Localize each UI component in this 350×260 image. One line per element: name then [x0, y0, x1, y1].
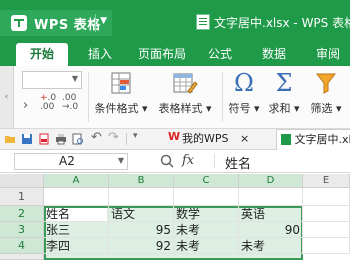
- divider: [88, 72, 89, 122]
- quick-access-bar: ↶ ↷ ▾ W 我的WPS × 文字居中.xl: [0, 129, 350, 150]
- document-icon: [196, 14, 210, 30]
- table-cell[interactable]: 英语: [239, 206, 303, 222]
- chevron-down-icon[interactable]: ▼: [100, 16, 107, 26]
- table-cell[interactable]: 张三: [44, 222, 109, 238]
- omega-icon: Ω: [234, 69, 254, 97]
- sigma-icon: Σ: [275, 69, 293, 97]
- cell-reference: A2: [59, 154, 75, 168]
- filter-icon: [306, 70, 346, 96]
- redo-icon[interactable]: ↷: [108, 130, 120, 145]
- table-cell[interactable]: 李四: [44, 238, 109, 254]
- tab-home[interactable]: 开始: [16, 43, 68, 66]
- formula-input[interactable]: 姓名: [225, 153, 251, 172]
- divider: [126, 133, 127, 145]
- symbol-label: 符号: [228, 102, 251, 115]
- function-icon[interactable]: fx: [182, 153, 194, 168]
- selected-cells: 姓名 语文 数学 英语 张三 95 未考 90 李四 92 未考 未考: [0, 174, 350, 260]
- symbol-button[interactable]: Ω 符号 ▾: [226, 69, 262, 116]
- divider: [222, 72, 223, 122]
- number-format-select[interactable]: ▼: [22, 71, 82, 89]
- tab-data[interactable]: 数据: [254, 43, 294, 66]
- zoom-icon[interactable]: [160, 154, 174, 168]
- table-cell[interactable]: [303, 222, 350, 238]
- formula-bar: A2 ▼ fx 姓名: [0, 150, 350, 173]
- table-cell[interactable]: 90: [239, 222, 303, 238]
- ribbon-tabs: 开始 插入 页面布局 公式 数据 审阅: [0, 40, 350, 66]
- table-cell[interactable]: 未考: [174, 222, 239, 238]
- spreadsheet-icon: [281, 134, 291, 145]
- divider: [214, 154, 215, 168]
- app-menu-button[interactable]: WPS 表格 ▼: [0, 10, 112, 36]
- tab-my-wps[interactable]: 我的WPS ×: [182, 129, 249, 149]
- conditional-format-button[interactable]: 条件格式 ▾: [92, 70, 150, 116]
- open-folder-icon[interactable]: [4, 133, 16, 145]
- sum-label: 求和: [268, 102, 291, 115]
- table-cell[interactable]: 数学: [174, 206, 239, 222]
- table-style-icon: [156, 70, 214, 96]
- chevron-down-icon: ▼: [71, 74, 78, 83]
- tab-review[interactable]: 审阅: [308, 43, 348, 66]
- decrease-decimal-button[interactable]: .00 →.0: [62, 94, 78, 112]
- save-icon[interactable]: [21, 133, 33, 145]
- table-cell[interactable]: [303, 238, 350, 254]
- increase-decimal-button[interactable]: +.0.00: [40, 94, 56, 112]
- tab-page-layout[interactable]: 页面布局: [132, 43, 192, 66]
- tab-document[interactable]: 文字居中.xl: [276, 129, 350, 150]
- tab-label: 文字居中.xl: [294, 133, 350, 146]
- table-style-label: 表格样式: [158, 102, 203, 115]
- tab-formulas[interactable]: 公式: [200, 43, 240, 66]
- format-arrow[interactable]: ›: [23, 98, 28, 113]
- table-style-button[interactable]: 表格样式 ▾: [156, 70, 214, 116]
- app-name: WPS 表格: [34, 17, 101, 33]
- conditional-format-icon: [92, 70, 150, 96]
- title-bar: WPS 表格 ▼ 文字居中.xlsx - WPS 表格: [0, 0, 350, 40]
- table-cell[interactable]: 95: [109, 222, 174, 238]
- table-cell[interactable]: 姓名: [44, 206, 109, 222]
- close-icon[interactable]: ×: [240, 132, 249, 145]
- name-box[interactable]: A2 ▼: [14, 153, 128, 170]
- conditional-format-label: 条件格式: [94, 102, 139, 115]
- chevron-down-icon[interactable]: ▼: [118, 156, 124, 165]
- undo-icon[interactable]: ↶: [91, 130, 103, 145]
- print-icon[interactable]: [55, 133, 67, 145]
- filter-button[interactable]: 筛选 ▾: [306, 70, 346, 116]
- export-pdf-icon[interactable]: [38, 133, 50, 145]
- tab-insert[interactable]: 插入: [80, 43, 120, 66]
- chevron-left-icon[interactable]: ‹: [0, 66, 14, 128]
- tab-label: 我的WPS: [182, 132, 229, 145]
- table-cell[interactable]: 语文: [109, 206, 174, 222]
- table-cell[interactable]: 92: [109, 238, 174, 254]
- filter-label: 筛选: [310, 102, 333, 115]
- table-cell[interactable]: 未考: [174, 238, 239, 254]
- print-preview-icon[interactable]: [72, 133, 84, 145]
- window-title: 文字居中.xlsx - WPS 表格: [214, 16, 350, 30]
- customize-dropdown-icon[interactable]: ▾: [133, 131, 145, 143]
- table-cell[interactable]: 未考: [239, 238, 303, 254]
- wps-logo-icon: [10, 14, 28, 32]
- divider: [95, 14, 96, 32]
- sum-button[interactable]: Σ 求和 ▾: [266, 69, 302, 116]
- wps-home-icon: W: [168, 130, 181, 143]
- ribbon: ‹ ▼ › +.0.00 .00 →.0 条件格式 ▾ 表格样式 ▾ Ω 符号 ▾…: [0, 66, 350, 129]
- table-cell[interactable]: [303, 206, 350, 222]
